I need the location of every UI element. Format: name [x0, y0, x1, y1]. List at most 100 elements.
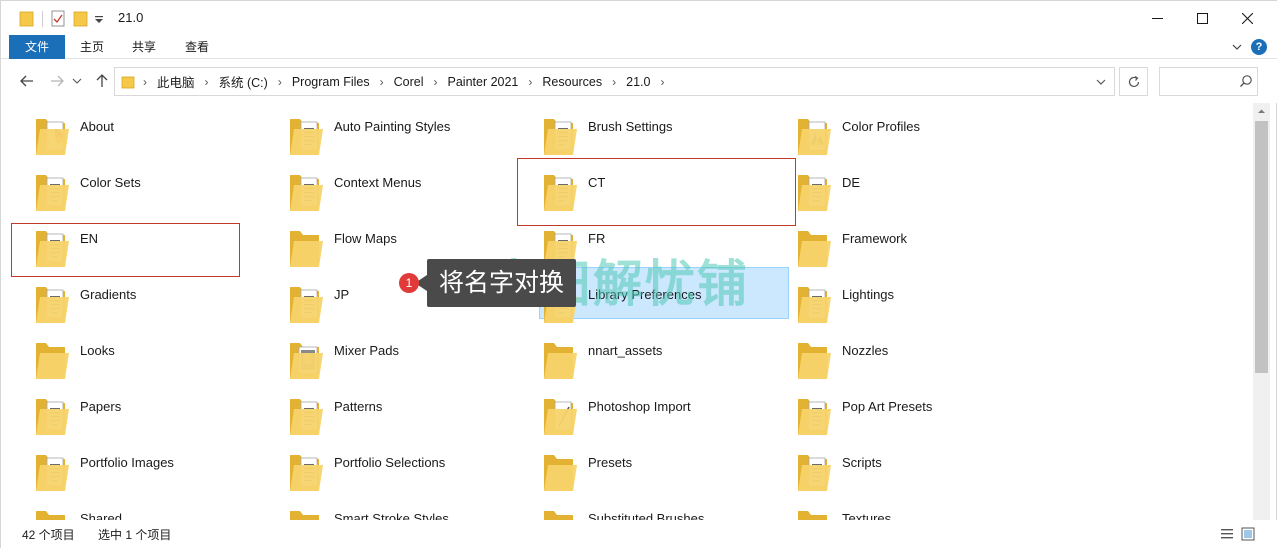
breadcrumb-system-c[interactable]: 系统 (C:) — [219, 72, 268, 91]
chevron-down-icon — [72, 78, 82, 84]
scroll-up-icon[interactable] — [1257, 107, 1266, 116]
arrow-right-icon — [51, 75, 64, 87]
folder-label: Lightings — [842, 287, 895, 302]
search-input[interactable] — [1164, 72, 1234, 91]
folder-label: Scripts — [842, 455, 882, 470]
details-view-icon[interactable] — [1220, 527, 1234, 541]
folder-item-presets[interactable]: Presets — [517, 439, 767, 491]
folder-item-substituted-brushes[interactable]: Substituted Brushes — [517, 495, 767, 520]
title-bar: 21.0 — [1, 1, 1277, 35]
folder-content-icon — [36, 119, 69, 155]
forward-button[interactable] — [47, 71, 67, 91]
folder-item-auto-painting-styles[interactable]: Auto Painting Styles — [263, 103, 513, 155]
close-icon — [1241, 12, 1253, 24]
folder-icon — [121, 76, 135, 89]
chevron-right-icon: › — [277, 74, 282, 89]
scroll-thumb[interactable] — [1255, 121, 1268, 373]
folder-label: Papers — [80, 399, 122, 414]
breadcrumb-this-pc[interactable]: 此电脑 — [157, 72, 195, 91]
folder-item-looks[interactable]: Looks — [9, 327, 259, 379]
maximize-button[interactable] — [1179, 1, 1225, 35]
folder-item-portfolio-images[interactable]: Portfolio Images — [9, 439, 259, 491]
status-bar: 42 个项目 选中 1 个项目 — [1, 520, 1277, 548]
folder-brush-icon — [544, 399, 577, 435]
folder-label: Color Sets — [80, 175, 141, 190]
folder-item-patterns[interactable]: Patterns — [263, 383, 513, 435]
maximize-icon — [1196, 12, 1208, 24]
folder-item-papers[interactable]: Papers — [9, 383, 259, 435]
help-button[interactable]: ? — [1251, 39, 1267, 55]
chevron-down-icon[interactable] — [1095, 76, 1107, 88]
folder-item-lightings[interactable]: Lightings — [771, 271, 1021, 323]
back-button[interactable] — [17, 71, 37, 91]
folder-item-mixer-pads[interactable]: Mixer Pads — [263, 327, 513, 379]
folder-item-brush-settings[interactable]: Brush Settings — [517, 103, 767, 155]
annotation-badge: 1 — [399, 273, 419, 293]
navigation-bar: › 此电脑 › 系统 (C:) › Program Files › Corel … — [1, 59, 1277, 103]
folder-item-nnart-assets[interactable]: nnart_assets — [517, 327, 767, 379]
annotation-highlight-en — [11, 223, 240, 277]
folder-icon — [36, 511, 65, 520]
explorer-window: 21.0 文件 主页 共享 查看 ? › 此电脑 › 系统 (C:) › Pro… — [0, 0, 1277, 548]
folder-label: Portfolio Selections — [334, 455, 446, 470]
folder-doc-icon — [544, 119, 577, 155]
folder-icon — [798, 231, 831, 267]
tab-home[interactable]: 主页 — [71, 35, 113, 59]
folder-label: Smart Stroke Styles — [334, 511, 449, 520]
folder-item-about[interactable]: About — [9, 103, 259, 155]
folder-item-photoshop-import[interactable]: Photoshop Import — [517, 383, 767, 435]
chevron-right-icon: › — [660, 74, 665, 89]
folder-label: Color Profiles — [842, 119, 921, 134]
tab-file[interactable]: 文件 — [9, 35, 65, 59]
folder-icon — [36, 343, 69, 379]
folder-doc-icon — [290, 287, 323, 323]
up-button[interactable] — [92, 71, 112, 91]
refresh-button[interactable] — [1119, 67, 1148, 96]
properties-icon[interactable] — [50, 10, 66, 28]
folder-label: Textures — [842, 511, 892, 520]
folder-doc-icon — [798, 287, 831, 323]
folder-item-portfolio-selections[interactable]: Portfolio Selections — [263, 439, 513, 491]
folder-item-context-menus[interactable]: Context Menus — [263, 159, 513, 211]
breadcrumb-corel[interactable]: Corel — [394, 75, 424, 89]
large-icons-view-icon[interactable] — [1241, 527, 1255, 541]
tab-view[interactable]: 查看 — [176, 35, 218, 59]
folder-item-pop-art-presets[interactable]: Pop Art Presets — [771, 383, 1021, 435]
folder-icon[interactable] — [19, 10, 35, 28]
folder-item-scripts[interactable]: Scripts — [771, 439, 1021, 491]
folder-doc-icon — [798, 455, 831, 491]
folder-item-de[interactable]: DE — [771, 159, 1021, 211]
folder-label: Substituted Brushes — [588, 511, 705, 520]
folder-item-framework[interactable]: Framework — [771, 215, 1021, 267]
chevron-right-icon: › — [612, 74, 617, 89]
folder-icon — [290, 511, 319, 520]
tab-share[interactable]: 共享 — [123, 35, 165, 59]
new-folder-icon[interactable] — [73, 10, 89, 28]
folder-label: Framework — [842, 231, 908, 246]
breadcrumb-program-files[interactable]: Program Files — [292, 75, 370, 89]
folder-item-textures[interactable]: Textures — [771, 495, 1021, 520]
folder-item-shared[interactable]: Shared — [9, 495, 259, 520]
breadcrumb-painter-2021[interactable]: Painter 2021 — [448, 75, 519, 89]
breadcrumb-21-0[interactable]: 21.0 — [626, 75, 650, 89]
folder-label: Portfolio Images — [80, 455, 174, 470]
recent-locations-button[interactable] — [71, 71, 83, 91]
customize-toolbar-icon[interactable] — [94, 10, 104, 28]
minimize-button[interactable] — [1134, 1, 1180, 35]
chevron-right-icon: › — [379, 74, 384, 89]
close-button[interactable] — [1224, 1, 1270, 35]
vertical-scrollbar[interactable] — [1253, 103, 1270, 520]
folder-doc-icon — [798, 399, 831, 435]
folder-item-smart-stroke-styles[interactable]: Smart Stroke Styles — [263, 495, 513, 520]
breadcrumb-resources[interactable]: Resources — [542, 75, 602, 89]
expand-ribbon-icon[interactable] — [1230, 40, 1244, 54]
search-icon[interactable] — [1239, 74, 1253, 88]
search-box[interactable] — [1159, 67, 1258, 96]
folder-item-nozzles[interactable]: Nozzles — [771, 327, 1021, 379]
address-bar[interactable]: › 此电脑 › 系统 (C:) › Program Files › Corel … — [114, 67, 1115, 96]
folder-label: Shared — [80, 511, 122, 520]
folder-label: Mixer Pads — [334, 343, 400, 358]
folder-item-color-sets[interactable]: Color Sets — [9, 159, 259, 211]
folder-item-gradients[interactable]: Gradients — [9, 271, 259, 323]
folder-item-color-profiles[interactable]: Color Profiles — [771, 103, 1021, 155]
